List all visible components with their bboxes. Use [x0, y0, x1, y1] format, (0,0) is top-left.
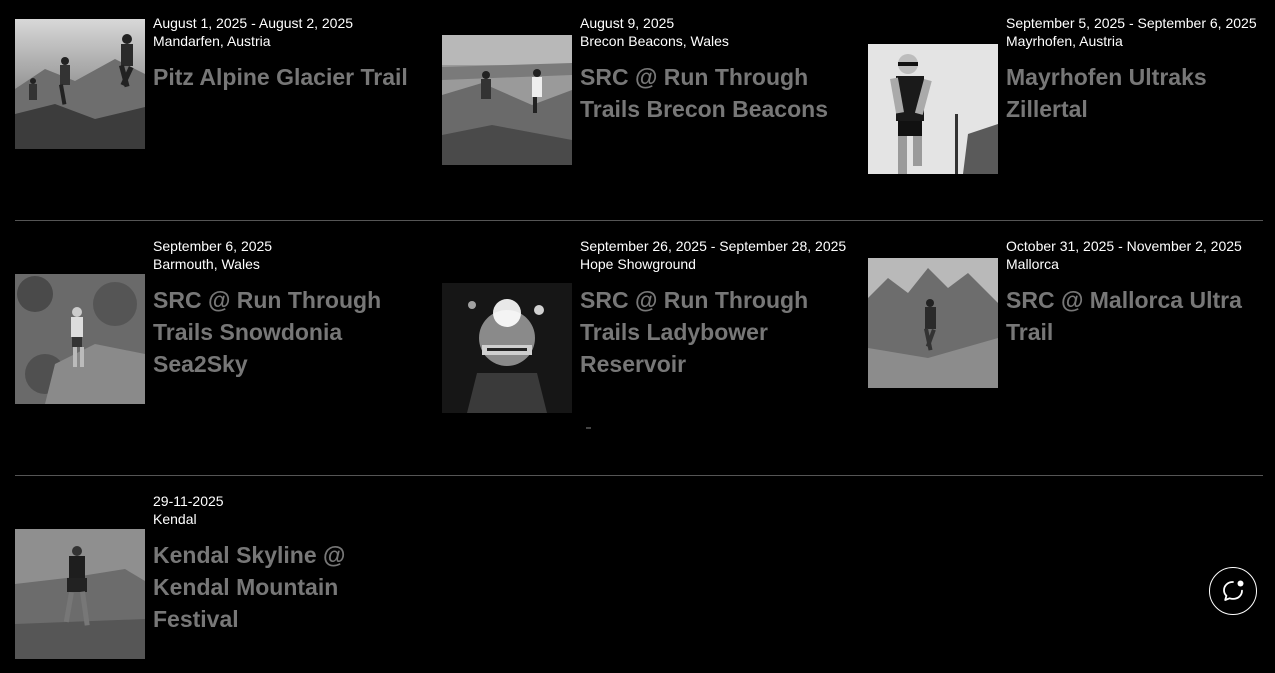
event-date: October 31, 2025 - November 2, 2025 [1006, 238, 1242, 254]
event-location: Barmouth, Wales [153, 256, 260, 272]
event-title-link[interactable]: SRC @ Mallorca Ultra Trail [1006, 284, 1275, 348]
event-meta: August 9, 2025 Brecon Beacons, Wales SRC… [580, 14, 850, 125]
event-location: Mayrhofen, Austria [1006, 33, 1123, 49]
event-meta: 29-11-2025 Kendal Kendal Skyline @ Kenda… [153, 492, 423, 635]
event-location: Mandarfen, Austria [153, 33, 271, 49]
event-date: August 1, 2025 - August 2, 2025 [153, 15, 354, 31]
event-title-link[interactable]: SRC @ Run Through Trails Brecon Beacons [580, 61, 850, 125]
event-date: September 6, 2025 [153, 238, 273, 254]
event-location: Kendal [153, 511, 197, 527]
event-title-link[interactable]: Mayrhofen Ultraks Zillertal [1006, 61, 1275, 125]
event-title-link[interactable]: SRC @ Run Through Trails Snowdonia Sea2S… [153, 284, 423, 380]
event-meta: August 1, 2025 - August 2, 2025 Mandarfe… [153, 14, 423, 93]
event-location: Hope Showground [580, 256, 696, 272]
row-divider [15, 475, 1263, 476]
event-date: September 5, 2025 - September 6, 2025 [1006, 15, 1257, 31]
event-date: August 9, 2025 [580, 15, 675, 31]
event-location: Mallorca [1006, 256, 1059, 272]
event-meta: September 26, 2025 - September 28, 2025 … [580, 237, 850, 380]
event-image[interactable] [868, 258, 998, 388]
event-image[interactable] [15, 529, 145, 659]
row-divider [15, 220, 1263, 221]
event-image[interactable] [868, 44, 998, 174]
event-title-link[interactable]: Pitz Alpine Glacier Trail [153, 61, 423, 93]
event-location: Brecon Beacons, Wales [580, 33, 729, 49]
event-title-link[interactable]: Kendal Skyline @ Kendal Mountain Festiva… [153, 539, 423, 635]
image-artifact [586, 427, 591, 429]
event-image[interactable] [15, 274, 145, 404]
event-title-link[interactable]: SRC @ Run Through Trails Ladybower Reser… [580, 284, 850, 380]
event-meta: September 6, 2025 Barmouth, Wales SRC @ … [153, 237, 423, 380]
chat-button[interactable] [1209, 567, 1257, 615]
event-meta: October 31, 2025 - November 2, 2025 Mall… [1006, 237, 1275, 348]
event-date: 29-11-2025 [153, 493, 224, 509]
event-image[interactable] [15, 19, 145, 149]
event-image[interactable] [442, 283, 572, 413]
chat-bubble-icon [1223, 580, 1244, 601]
event-meta: September 5, 2025 - September 6, 2025 Ma… [1006, 14, 1275, 125]
event-image[interactable] [442, 35, 572, 165]
event-date: September 26, 2025 - September 28, 2025 [580, 238, 847, 254]
